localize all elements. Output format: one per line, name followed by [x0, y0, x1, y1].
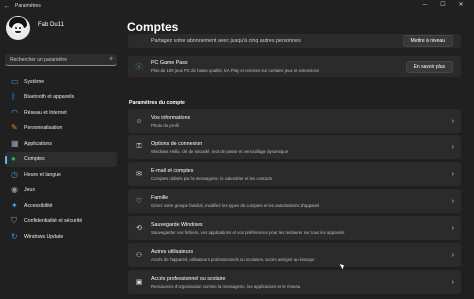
gamepass-subtitle: Plus de 100 jeux PC de haute qualité, EA…: [151, 68, 320, 73]
sidebar-item-label: Personnalisation: [24, 125, 63, 132]
sidebar-item-label: Confidentialité et sécurité: [24, 218, 83, 225]
upgrade-button[interactable]: Mettre à niveau: [402, 35, 453, 47]
settings-card-briefcase[interactable]: ▣ Accès professionnel ou scolaire Ressourc…: [128, 270, 461, 294]
user-name: Fab Du11: [38, 22, 64, 28]
card-subtitle: Accès de l'appareil, utilisateurs profes…: [151, 256, 315, 262]
sidebar-item-label: Accessibilité: [24, 202, 53, 209]
chevron-right-icon: ›: [451, 117, 454, 125]
chevron-right-icon: ›: [451, 251, 454, 259]
close-icon[interactable]: ✕: [452, 0, 470, 10]
card-title: Sauvegarde Windows: [151, 221, 203, 228]
card-title: Famille: [151, 194, 169, 201]
chevron-right-icon: ›: [451, 143, 454, 151]
wifi-icon: ◠: [11, 107, 18, 117]
shield-icon: ⛉: [11, 216, 17, 226]
avatar: [6, 16, 30, 40]
card-subtitle: Windows Hello, clé de sécurité, mot de p…: [151, 148, 289, 154]
accessibility-icon: ✦: [11, 200, 18, 210]
search-placeholder: Rechercher un paramètre: [10, 56, 67, 63]
sidebar-item-label: Réseau et Internet: [24, 109, 67, 116]
chevron-right-icon: ›: [451, 278, 454, 286]
card-title: Options de connexion: [151, 140, 203, 147]
key-icon: ⚿: [136, 143, 142, 150]
xbox-icon: ⓧ: [135, 63, 143, 71]
settings-card-heart-family[interactable]: ♡ Famille Gérez votre groupe familial, mod…: [128, 189, 461, 213]
card-subtitle: Comptes utilisés par la messagerie, le c…: [151, 175, 273, 181]
card-title: Autres utilisateurs: [151, 248, 194, 255]
brush-icon: ✎: [11, 123, 18, 133]
sidebar-item-personnalisation[interactable]: ✎ Personnalisation: [5, 121, 117, 137]
minimize-icon[interactable]: ─: [416, 0, 434, 10]
sidebar-item-système[interactable]: ▭ Système: [5, 74, 117, 90]
sidebar-item-label: Jeux: [24, 187, 35, 194]
sidebar-item-label: Système: [24, 78, 45, 85]
sidebar-item-jeux[interactable]: ◉ Jeux: [5, 183, 117, 199]
card-title: Accès professionnel ou scolaire: [151, 275, 226, 282]
settings-card-people-add[interactable]: ⚇ Autres utilisateurs Accès de l'appareil,…: [128, 243, 461, 267]
sidebar-item-comptes[interactable]: ● Comptes: [5, 151, 117, 167]
app-title: Paramètres: [15, 3, 41, 9]
maximize-icon[interactable]: ☐: [434, 0, 452, 10]
settings-card-backup[interactable]: ⟲ Sauvegarde Windows Sauvegarder vos fichi…: [128, 216, 461, 240]
settings-card-mail[interactable]: ✉ E-mail et comptes Comptes utilisés par l…: [128, 162, 461, 186]
sidebar-item-réseau-et-internet[interactable]: ◠ Réseau et Internet: [5, 105, 117, 121]
card-subtitle: Gérez votre groupe familial, modifiez le…: [151, 202, 320, 208]
settings-card-key[interactable]: ⚿ Options de connexion Windows Hello, clé …: [128, 135, 461, 159]
settings-window: ← Paramètres ─ ☐ ✕ Fab Du11 Rechercher u…: [0, 0, 474, 299]
clock-globe-icon: ◷: [11, 169, 18, 179]
apps-icon: ▦: [11, 138, 19, 148]
sidebar-item-label: Windows Update: [24, 233, 64, 240]
sidebar-nav: ▭ Système ᛒ Bluetooth et appareils ◠ Réseau e…: [5, 74, 117, 245]
people-add-icon: ⚇: [135, 252, 143, 259]
person-icon: ●: [11, 154, 16, 164]
card-subtitle: Sauvegarder vos fichiers, vos applicatio…: [151, 229, 345, 235]
sidebar-item-heure-et-langue[interactable]: ◷ Heure et langue: [5, 167, 117, 183]
sidebar-item-label: Applications: [24, 140, 52, 147]
gamepass-card: ⓧ PC Game Pass Plus de 100 jeux PC de ha…: [128, 56, 461, 77]
sidebar: Fab Du11 Rechercher un paramètre ⌕ ▭ Syst…: [0, 12, 120, 299]
backup-icon: ⟲: [136, 225, 142, 232]
card-subtitle: Ressources d'organisation comme la messa…: [151, 283, 301, 289]
search-input[interactable]: Rechercher un paramètre ⌕: [5, 54, 117, 66]
learn-more-button[interactable]: En savoir plus: [405, 60, 453, 73]
settings-card-person-card[interactable]: ☺ Vos informations Photo de profil ›: [128, 109, 461, 133]
chevron-right-icon: ›: [451, 224, 454, 232]
title-bar: ← Paramètres ─ ☐ ✕: [0, 0, 474, 12]
card-title: E-mail et comptes: [151, 167, 194, 174]
sidebar-item-label: Heure et langue: [24, 171, 61, 178]
chevron-right-icon: ›: [451, 197, 454, 205]
person-card-icon: ☺: [135, 117, 143, 125]
sidebar-item-applications[interactable]: ▦ Applications: [5, 136, 117, 152]
briefcase-icon: ▣: [135, 279, 143, 286]
share-text: Partagez votre abonnement avec jusqu'à c…: [151, 38, 301, 44]
chevron-right-icon: ›: [451, 170, 454, 178]
sidebar-item-confidentialité-et-sécurité[interactable]: ⛉ Confidentialité et sécurité: [5, 214, 117, 230]
sidebar-item-accessibilité[interactable]: ✦ Accessibilité: [5, 198, 117, 214]
monitor-icon: ▭: [11, 76, 19, 86]
mail-icon: ✉: [136, 171, 142, 178]
page-title: Comptes: [127, 20, 179, 34]
subscription-share-card: Partagez votre abonnement avec jusqu'à c…: [128, 34, 461, 48]
window-controls: ─ ☐ ✕: [416, 0, 470, 10]
back-arrow-icon[interactable]: ←: [2, 3, 12, 10]
gamepass-title: PC Game Pass: [151, 60, 188, 66]
section-title: Paramètres du compte: [129, 100, 185, 106]
sidebar-item-label: Comptes: [24, 156, 45, 163]
user-profile[interactable]: Fab Du11: [6, 16, 64, 40]
update-icon: ↻: [11, 231, 18, 241]
main-content: Comptes Partagez votre abonnement avec j…: [120, 12, 474, 299]
heart-family-icon: ♡: [135, 198, 143, 205]
sidebar-item-bluetooth-et-appareils[interactable]: ᛒ Bluetooth et appareils: [5, 90, 117, 106]
card-title: Vos informations: [151, 114, 191, 121]
sidebar-item-windows-update[interactable]: ↻ Windows Update: [5, 229, 117, 245]
sidebar-item-label: Bluetooth et appareils: [24, 94, 75, 101]
bluetooth-icon: ᛒ: [11, 92, 16, 102]
card-subtitle: Photo de profil: [151, 122, 179, 128]
search-icon[interactable]: ⌕: [110, 56, 113, 63]
gamepad-icon: ◉: [11, 185, 18, 195]
